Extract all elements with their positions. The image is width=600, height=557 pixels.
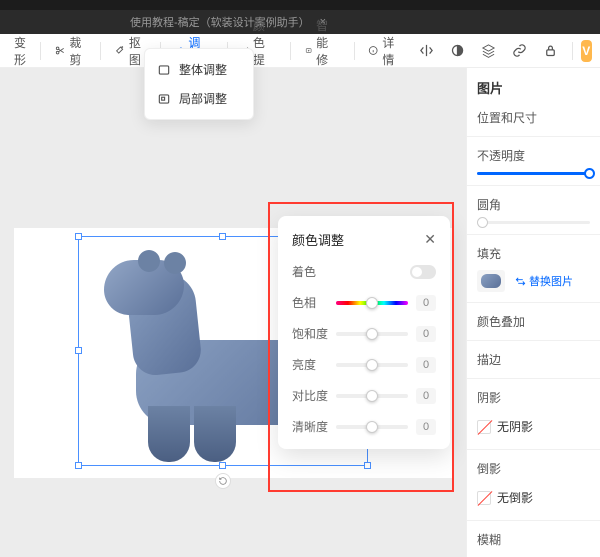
brightness-value[interactable]: 0 — [416, 357, 436, 373]
resize-handle-tl[interactable] — [75, 233, 82, 240]
opacity-tool[interactable] — [444, 39, 471, 62]
link-icon — [512, 43, 527, 58]
contrast-label: 对比度 — [292, 387, 328, 404]
contrast-slider[interactable] — [336, 394, 408, 398]
opacity-section: 不透明度 — [477, 147, 590, 164]
sharpness-value[interactable]: 0 — [416, 419, 436, 435]
popup-close-button[interactable]: ✕ — [424, 231, 436, 248]
radius-section: 圆角 — [477, 196, 590, 213]
overall-label: 整体调整 — [179, 61, 227, 78]
rotate-handle[interactable] — [215, 473, 231, 489]
tint-toggle[interactable] — [410, 265, 436, 279]
tint-row: 着色 — [292, 263, 436, 280]
no-shadow-label: 无阴影 — [497, 418, 533, 435]
resize-handle-tm[interactable] — [219, 233, 226, 240]
tint-label: 着色 — [292, 263, 328, 280]
scissors-icon — [55, 43, 65, 58]
tab-title: 使用教程-稿定（软装设计案例助手） — [130, 14, 310, 30]
sharpness-slider[interactable] — [336, 425, 408, 429]
resize-handle-br[interactable] — [364, 462, 371, 469]
hue-label: 色相 — [292, 294, 328, 311]
toolbar: 变形 裁剪 抠图 调色 ▾ 颜色提取 智能修图 详情 V — [0, 34, 600, 68]
layers-tool[interactable] — [475, 39, 502, 62]
pos-size-section[interactable]: 位置和尺寸 — [477, 109, 590, 126]
saturation-value[interactable]: 0 — [416, 326, 436, 342]
resize-handle-bm[interactable] — [219, 462, 226, 469]
saturation-label: 饱和度 — [292, 325, 328, 342]
lock-icon — [543, 43, 558, 58]
lock-tool[interactable] — [537, 39, 564, 62]
local-icon — [157, 92, 171, 106]
info-icon — [368, 43, 378, 58]
panel-title: 图片 — [477, 78, 590, 97]
details-tool[interactable]: 详情 — [362, 30, 405, 72]
none-swatch-icon — [477, 420, 491, 434]
overall-icon — [157, 63, 171, 77]
local-label: 局部调整 — [179, 90, 227, 107]
resize-handle-ml[interactable] — [75, 347, 82, 354]
crop-tool[interactable]: 裁剪 — [49, 30, 92, 72]
hue-slider[interactable] — [336, 301, 408, 305]
contrast-value[interactable]: 0 — [416, 388, 436, 404]
transform-label: 变形 — [14, 34, 26, 68]
popup-title: 颜色调整 — [292, 230, 344, 249]
color-adjust-dropdown: 整体调整 局部调整 — [144, 48, 254, 120]
shadow-chip[interactable]: 无阴影 — [477, 414, 590, 439]
link-tool[interactable] — [506, 39, 533, 62]
fill-thumbnail[interactable] — [477, 270, 505, 292]
resize-handle-bl[interactable] — [75, 462, 82, 469]
brightness-label: 亮度 — [292, 356, 328, 373]
local-adjust-item[interactable]: 局部调整 — [145, 84, 253, 113]
crop-label: 裁剪 — [69, 34, 86, 68]
rotate-icon — [218, 476, 228, 486]
none-swatch-icon — [477, 491, 491, 505]
transform-tool[interactable]: 变形 — [8, 30, 32, 72]
overall-adjust-item[interactable]: 整体调整 — [145, 55, 253, 84]
details-label: 详情 — [382, 34, 399, 68]
opacity-slider[interactable] — [477, 172, 590, 175]
document-tab[interactable]: 使用教程-稿定（软装设计案例助手） × — [130, 14, 326, 30]
radius-slider[interactable] — [477, 221, 590, 224]
brightness-slider[interactable] — [336, 363, 408, 367]
user-avatar[interactable]: V — [581, 40, 592, 62]
canvas[interactable]: 颜色调整 ✕ 着色 色相 0 饱和度 0 亮度 0 — [0, 68, 466, 557]
reflection-chip[interactable]: 无倒影 — [477, 485, 590, 510]
reflection-section: 倒影 — [477, 460, 590, 477]
layers-icon — [481, 43, 496, 58]
shadow-section: 阴影 — [477, 389, 590, 406]
replace-label: 替换图片 — [529, 273, 573, 289]
color-overlay-section[interactable]: 颜色叠加 — [477, 313, 590, 330]
color-adjust-popup: 颜色调整 ✕ 着色 色相 0 饱和度 0 亮度 0 — [278, 216, 450, 449]
no-reflection-label: 无倒影 — [497, 489, 533, 506]
flip-h-tool[interactable] — [413, 39, 440, 62]
stroke-section[interactable]: 描边 — [477, 351, 590, 368]
swap-icon — [515, 276, 526, 287]
magic-wand-icon — [114, 43, 124, 58]
replace-image-button[interactable]: 替换图片 — [515, 273, 573, 289]
saturation-slider[interactable] — [336, 332, 408, 336]
opacity-icon — [450, 43, 465, 58]
sparkle-icon — [305, 43, 312, 58]
fill-section: 填充 — [477, 245, 590, 262]
sharpness-label: 清晰度 — [292, 418, 328, 435]
cutout-label: 抠图 — [129, 34, 146, 68]
blur-section: 模糊 — [477, 531, 590, 548]
flip-h-icon — [419, 43, 434, 58]
properties-panel: 图片 位置和尺寸 不透明度 圆角 填充 替换图片 颜色叠加 描边 阴影 无阴影 … — [466, 68, 600, 557]
hue-value[interactable]: 0 — [416, 295, 436, 311]
